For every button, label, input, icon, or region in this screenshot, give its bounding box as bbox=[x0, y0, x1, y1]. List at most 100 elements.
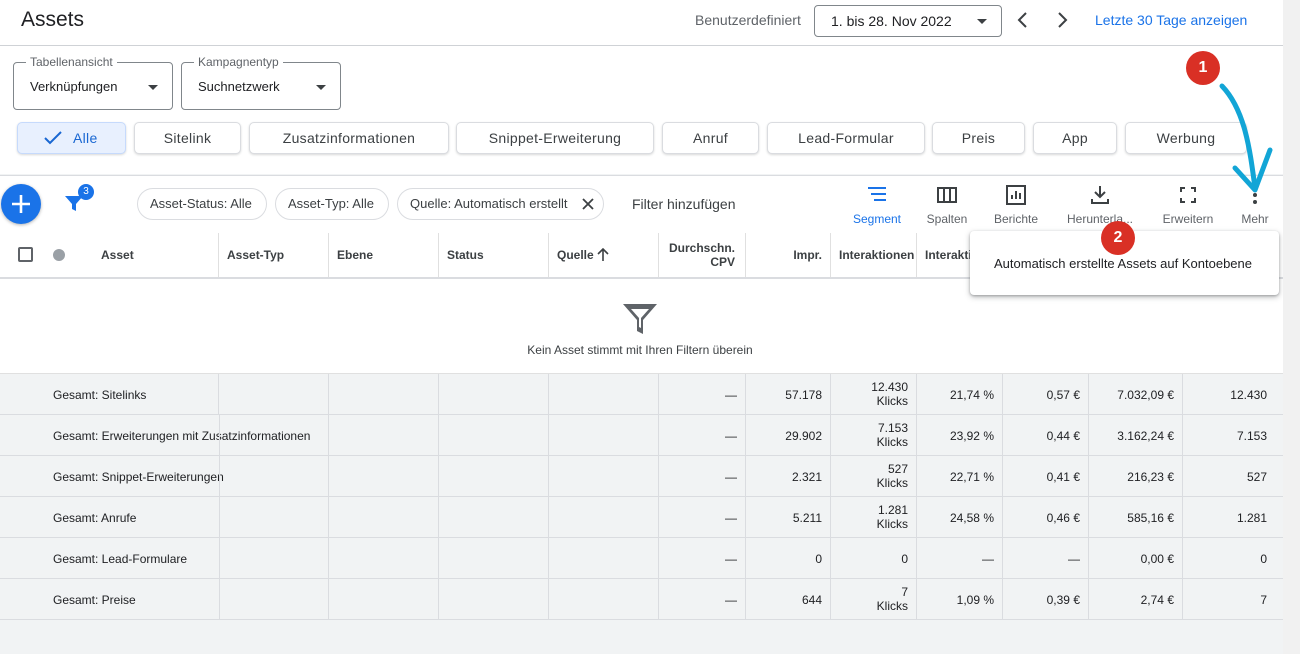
cell-interaction-rate: 22,71 % bbox=[949, 470, 994, 484]
cell-cost: 585,16 € bbox=[1127, 511, 1174, 525]
cell-avg-cost: 0,41 € bbox=[1046, 470, 1080, 484]
select-all-checkbox[interactable] bbox=[18, 247, 33, 262]
col-header-level[interactable]: Ebene bbox=[329, 233, 439, 277]
date-range-select[interactable]: 1. bis 28. Nov 2022 bbox=[814, 5, 1002, 37]
row-name: Gesamt: Lead-Formulare bbox=[53, 552, 188, 566]
cell-cpv: — bbox=[725, 470, 737, 484]
chip-snippet-erweiterung[interactable]: Snippet-Erweiterung bbox=[456, 122, 654, 154]
cell-cost: 2,74 € bbox=[1140, 593, 1174, 607]
campaign-type-select[interactable]: Kampagnentyp Suchnetzwerk bbox=[181, 55, 341, 110]
chip-sitelink[interactable]: Sitelink bbox=[134, 122, 241, 154]
plus-icon bbox=[12, 195, 30, 213]
cell-interaction-rate: — bbox=[982, 552, 994, 566]
table-row[interactable]: Gesamt: Anrufe — 5.211 1.281 Klicks 24,58… bbox=[0, 497, 1283, 538]
cell-interactions: 527 Klicks bbox=[876, 462, 908, 490]
cell-cost: 7.032,09 € bbox=[1117, 388, 1174, 402]
col-header-impressions[interactable]: Impr. bbox=[746, 233, 831, 277]
date-range-label: Benutzerdefiniert bbox=[695, 12, 801, 28]
filter-chip-asset-type[interactable]: Asset-Typ: Alle bbox=[275, 188, 389, 220]
col-header-avg-cpv[interactable]: Durchschn. CPV bbox=[659, 233, 746, 277]
chip-zusatzinformationen[interactable]: Zusatzinformationen bbox=[249, 122, 449, 154]
col-header-source[interactable]: Quelle bbox=[549, 233, 659, 277]
more-label: Mehr bbox=[1241, 212, 1269, 226]
row-name: Gesamt: Anrufe bbox=[53, 511, 137, 525]
table-view-select[interactable]: Tabellenansicht Verknüpfungen bbox=[13, 55, 173, 110]
cell-impressions: 644 bbox=[801, 593, 822, 607]
cell-cost: 216,23 € bbox=[1127, 470, 1174, 484]
page-title: Assets bbox=[21, 8, 85, 31]
col-header-status[interactable]: Status bbox=[439, 233, 549, 277]
caret-down-icon bbox=[977, 19, 987, 24]
segment-label: Segment bbox=[852, 212, 902, 226]
fullscreen-icon bbox=[1180, 187, 1196, 203]
chevron-right-icon[interactable] bbox=[1050, 8, 1074, 32]
cell-clicks: 527 bbox=[1246, 470, 1267, 484]
cell-cost: 0,00 € bbox=[1140, 552, 1174, 566]
reports-button[interactable]: Berichte bbox=[988, 184, 1044, 226]
download-button[interactable]: Herunterla... bbox=[1060, 184, 1140, 226]
row-name: Gesamt: Snippet-Erweiterungen bbox=[53, 470, 224, 484]
table-row[interactable]: Gesamt: Snippet-Erweiterungen — 2.321 52… bbox=[0, 456, 1283, 497]
chevron-left-icon[interactable] bbox=[1011, 8, 1035, 32]
filter-chip-asset-status[interactable]: Asset-Status: Alle bbox=[137, 188, 267, 220]
table-row[interactable]: Gesamt: Preise — 644 7 Klicks 1,09 % 0,39… bbox=[0, 579, 1283, 620]
cell-clicks: 0 bbox=[1260, 552, 1267, 566]
cell-interaction-rate: 1,09 % bbox=[956, 593, 994, 607]
cell-cost: 3.162,24 € bbox=[1117, 429, 1174, 443]
col-header-asset-type[interactable]: Asset-Typ bbox=[219, 233, 329, 277]
expand-label: Erweitern bbox=[1162, 212, 1214, 226]
cell-impressions: 0 bbox=[815, 552, 822, 566]
annotation-arrow-icon bbox=[1219, 83, 1273, 193]
cell-impressions: 2.321 bbox=[791, 470, 822, 484]
segment-button[interactable]: Segment bbox=[848, 184, 906, 226]
chip-anruf[interactable]: Anruf bbox=[662, 122, 759, 154]
cell-interaction-rate: 23,92 % bbox=[949, 429, 994, 443]
date-range-value: 1. bis 28. Nov 2022 bbox=[831, 13, 952, 29]
columns-button[interactable]: Spalten bbox=[920, 184, 974, 226]
cell-cpv: — bbox=[725, 388, 737, 402]
cell-cpv: — bbox=[725, 429, 737, 443]
table-view-value: Verknüpfungen bbox=[30, 79, 118, 94]
table-row[interactable]: Gesamt: Lead-Formulare — 0 0 — — 0,00 € … bbox=[0, 538, 1283, 579]
filter-chip-source[interactable]: Quelle: Automatisch erstellt bbox=[397, 188, 604, 220]
segment-icon bbox=[868, 187, 886, 201]
chip-alle[interactable]: Alle bbox=[17, 122, 126, 154]
col-header-interactions[interactable]: Interaktionen bbox=[831, 233, 917, 277]
table-row[interactable]: Gesamt: Sitelinks — 57.178 12.430 Klicks … bbox=[0, 374, 1283, 415]
cell-interactions: 7 Klicks bbox=[876, 585, 908, 613]
chip-label: Alle bbox=[73, 130, 98, 146]
chip-preis[interactable]: Preis bbox=[932, 122, 1025, 154]
last-30-days-link[interactable]: Letzte 30 Tage anzeigen bbox=[1095, 12, 1247, 28]
vertical-scrollbar[interactable] bbox=[1283, 0, 1300, 654]
reports-label: Berichte bbox=[993, 212, 1039, 226]
cell-clicks: 7 bbox=[1260, 593, 1267, 607]
add-button[interactable] bbox=[1, 184, 41, 224]
cell-interaction-rate: 24,58 % bbox=[949, 511, 994, 525]
campaign-type-value: Suchnetzwerk bbox=[198, 79, 280, 94]
menu-item-auto-assets-account-level[interactable]: Automatisch erstellte Assets auf Kontoeb… bbox=[994, 256, 1252, 271]
col-header-asset[interactable]: Asset bbox=[80, 233, 219, 277]
chip-lead-formular[interactable]: Lead-Formular bbox=[767, 122, 925, 154]
cell-interactions: 1.281 Klicks bbox=[876, 503, 908, 531]
callout-badge: 1 bbox=[1186, 51, 1220, 85]
status-dot-icon bbox=[53, 249, 65, 261]
close-icon[interactable] bbox=[582, 198, 594, 210]
cell-avg-cost: — bbox=[1068, 552, 1080, 566]
download-icon bbox=[1091, 186, 1109, 204]
cell-avg-cost: 0,57 € bbox=[1046, 388, 1080, 402]
caret-down-icon bbox=[316, 85, 326, 90]
table-row[interactable]: Gesamt: Erweiterungen mit Zusatzinformat… bbox=[0, 415, 1283, 456]
reports-icon bbox=[1006, 185, 1026, 205]
top-header bbox=[0, 0, 1283, 46]
cell-avg-cost: 0,46 € bbox=[1046, 511, 1080, 525]
filter-chip-label: Quelle: Automatisch erstellt bbox=[410, 196, 568, 211]
cell-cpv: — bbox=[725, 593, 737, 607]
add-filter-link[interactable]: Filter hinzufügen bbox=[632, 196, 736, 212]
cell-avg-cost: 0,39 € bbox=[1046, 593, 1080, 607]
cell-interactions: 7.153 Klicks bbox=[876, 421, 908, 449]
chip-app[interactable]: App bbox=[1033, 122, 1117, 154]
caret-down-icon bbox=[148, 85, 158, 90]
cell-impressions: 5.211 bbox=[792, 511, 822, 525]
cell-impressions: 57.178 bbox=[785, 388, 822, 402]
cell-cpv: — bbox=[725, 552, 737, 566]
